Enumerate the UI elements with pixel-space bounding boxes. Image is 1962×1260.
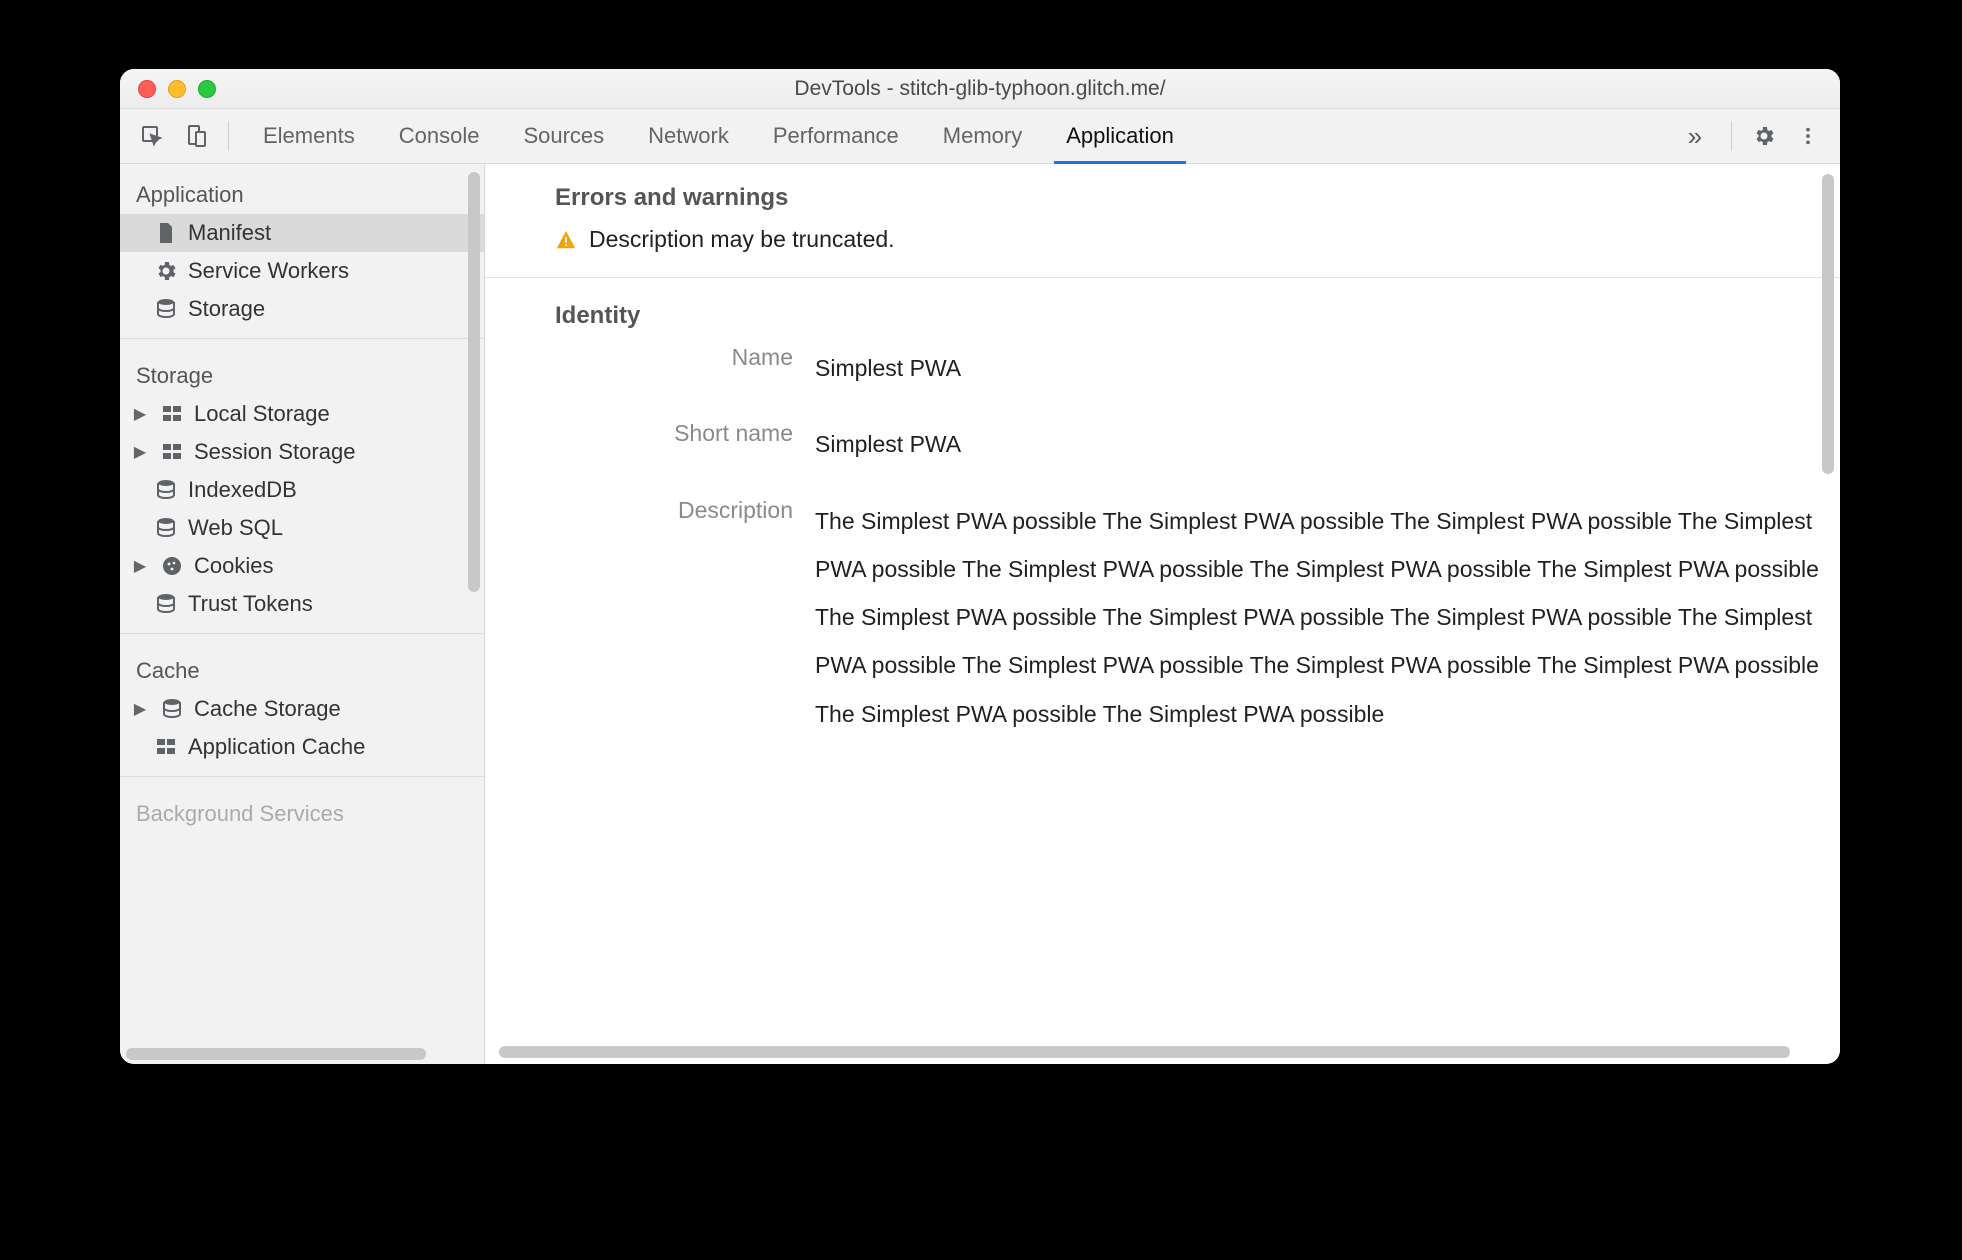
identity-short-name-label: Short name	[555, 420, 815, 447]
warning-text: Description may be truncated.	[589, 226, 895, 253]
toolbar-divider	[1731, 121, 1732, 151]
warning-row: Description may be truncated.	[555, 226, 1840, 253]
sidebar-item-label: Application Cache	[188, 734, 365, 760]
sidebar-item-label: Local Storage	[194, 401, 330, 427]
caret-icon: ▶	[132, 556, 148, 576]
tab-label: Performance	[773, 123, 899, 149]
sidebar-item-label: IndexedDB	[188, 477, 297, 503]
database-icon	[154, 516, 178, 540]
panel-body: Application Manifest Service Workers Sto…	[120, 164, 1840, 1064]
tab-console[interactable]: Console	[377, 109, 502, 163]
zoom-window-button[interactable]	[198, 80, 216, 98]
identity-short-name-row: Short name Simplest PWA	[555, 420, 1840, 468]
sidebar-item-trust-tokens[interactable]: Trust Tokens	[120, 585, 484, 623]
tab-network[interactable]: Network	[626, 109, 751, 163]
minimize-window-button[interactable]	[168, 80, 186, 98]
tab-elements[interactable]: Elements	[241, 109, 377, 163]
caret-icon: ▶	[132, 442, 148, 462]
warning-icon	[555, 229, 577, 251]
tab-application[interactable]: Application	[1044, 109, 1196, 163]
tab-label: Network	[648, 123, 729, 149]
sidebar-section-background-services: Background Services	[120, 787, 484, 833]
window-title: DevTools - stitch-glib-typhoon.glitch.me…	[120, 77, 1840, 101]
sidebar-item-session-storage[interactable]: ▶ Session Storage	[120, 433, 484, 471]
sidebar-item-label: Service Workers	[188, 258, 349, 284]
main-scrollbar[interactable]	[1822, 174, 1834, 474]
sidebar-section-storage: Storage	[120, 349, 484, 395]
sidebar-item-indexeddb[interactable]: IndexedDB	[120, 471, 484, 509]
sidebar-divider	[120, 633, 484, 634]
traffic-lights	[120, 80, 216, 98]
sidebar-item-cookies[interactable]: ▶ Cookies	[120, 547, 484, 585]
sidebar-item-label: Cache Storage	[194, 696, 341, 722]
tab-label: Console	[399, 123, 480, 149]
sidebar-item-local-storage[interactable]: ▶ Local Storage	[120, 395, 484, 433]
gear-icon[interactable]	[1744, 116, 1784, 156]
cookie-icon	[160, 554, 184, 578]
kebab-menu-icon[interactable]	[1788, 116, 1828, 156]
file-icon	[154, 221, 178, 245]
inspect-icon[interactable]	[132, 116, 172, 156]
tab-sources[interactable]: Sources	[501, 109, 626, 163]
tab-memory[interactable]: Memory	[921, 109, 1044, 163]
identity-description-label: Description	[555, 497, 815, 524]
toolbar-divider	[228, 121, 229, 151]
titlebar: DevTools - stitch-glib-typhoon.glitch.me…	[120, 69, 1840, 109]
grid-icon	[154, 735, 178, 759]
caret-icon: ▶	[132, 699, 148, 719]
identity-name-label: Name	[555, 344, 815, 371]
sidebar-item-manifest[interactable]: Manifest	[120, 214, 484, 252]
application-sidebar: Application Manifest Service Workers Sto…	[120, 164, 485, 1064]
sidebar-divider	[120, 338, 484, 339]
identity-short-name-value: Simplest PWA	[815, 420, 1840, 468]
database-icon	[160, 697, 184, 721]
sidebar-item-label: Storage	[188, 296, 265, 322]
sidebar-item-storage-overview[interactable]: Storage	[120, 290, 484, 328]
database-icon	[154, 297, 178, 321]
sidebar-item-websql[interactable]: Web SQL	[120, 509, 484, 547]
devtools-window: DevTools - stitch-glib-typhoon.glitch.me…	[120, 69, 1840, 1064]
close-window-button[interactable]	[138, 80, 156, 98]
identity-description-row: Description The Simplest PWA possible Th…	[555, 497, 1840, 738]
sidebar-section-application: Application	[120, 168, 484, 214]
grid-icon	[160, 440, 184, 464]
tab-label: Elements	[263, 123, 355, 149]
identity-name-row: Name Simplest PWA	[555, 344, 1840, 392]
database-icon	[154, 478, 178, 502]
sidebar-divider	[120, 776, 484, 777]
chevron-double-right-icon[interactable]: »	[1671, 121, 1719, 152]
database-icon	[154, 592, 178, 616]
grid-icon	[160, 402, 184, 426]
manifest-panel: Errors and warnings Description may be t…	[485, 164, 1840, 1064]
identity-description-value: The Simplest PWA possible The Simplest P…	[815, 497, 1840, 738]
tab-label: Application	[1066, 123, 1174, 149]
caret-icon: ▶	[132, 404, 148, 424]
sidebar-item-label: Manifest	[188, 220, 271, 246]
main-horizontal-scrollbar[interactable]	[499, 1046, 1790, 1058]
sidebar-item-label: Cookies	[194, 553, 273, 579]
sidebar-section-cache: Cache	[120, 644, 484, 690]
sidebar-horizontal-scrollbar[interactable]	[126, 1048, 426, 1060]
sidebar-item-application-cache[interactable]: Application Cache	[120, 728, 484, 766]
main-toolbar: Elements Console Sources Network Perform…	[120, 109, 1840, 164]
gear-icon	[154, 259, 178, 283]
errors-heading: Errors and warnings	[555, 184, 1840, 212]
panel-tabs: Elements Console Sources Network Perform…	[241, 109, 1667, 163]
identity-name-value: Simplest PWA	[815, 344, 1840, 392]
sidebar-item-service-workers[interactable]: Service Workers	[120, 252, 484, 290]
tab-performance[interactable]: Performance	[751, 109, 921, 163]
tab-label: Memory	[943, 123, 1022, 149]
sidebar-item-label: Session Storage	[194, 439, 355, 465]
sidebar-item-label: Trust Tokens	[188, 591, 313, 617]
sidebar-item-cache-storage[interactable]: ▶ Cache Storage	[120, 690, 484, 728]
sidebar-item-label: Web SQL	[188, 515, 283, 541]
tab-label: Sources	[523, 123, 604, 149]
section-divider	[485, 277, 1840, 278]
device-toggle-icon[interactable]	[176, 116, 216, 156]
identity-heading: Identity	[555, 302, 1840, 330]
sidebar-scrollbar[interactable]	[468, 172, 480, 592]
